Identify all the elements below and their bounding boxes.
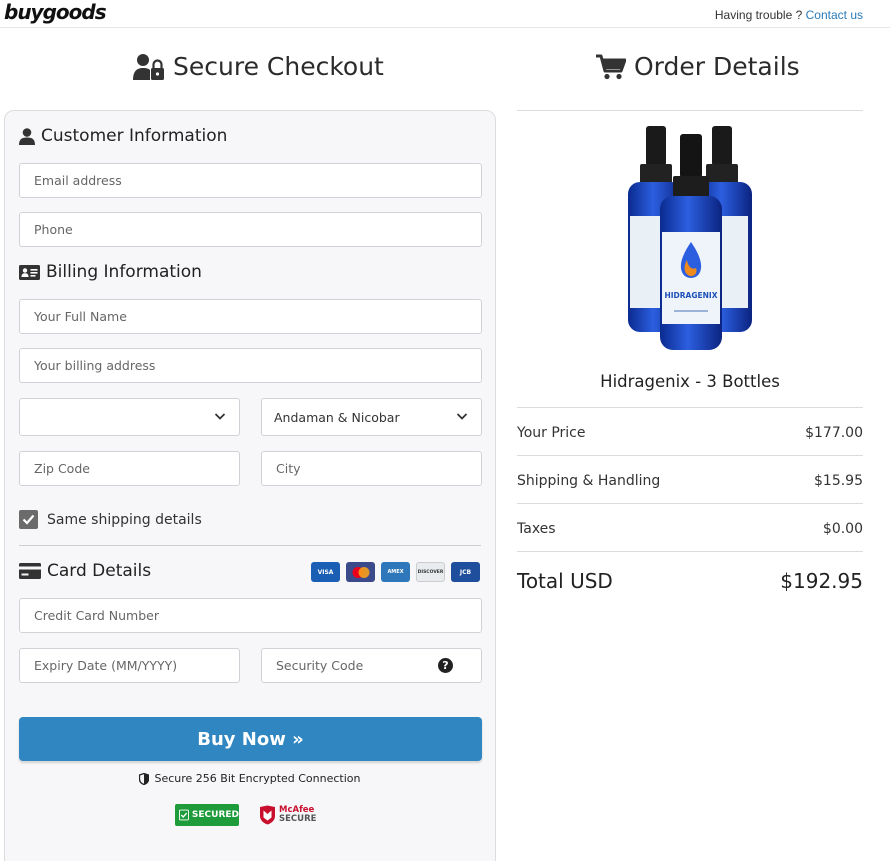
checkout-form-panel: Customer Information Email address Phone… bbox=[4, 110, 496, 861]
shipping-value: $15.95 bbox=[814, 473, 863, 489]
full-name-field[interactable]: Your Full Name bbox=[19, 299, 482, 334]
shopping-cart-icon bbox=[596, 54, 626, 79]
city-placeholder: City bbox=[276, 461, 301, 476]
product-bottles-image: HIDRAGENIX bbox=[628, 126, 752, 350]
expiry-placeholder: Expiry Date (MM/YYYY) bbox=[34, 658, 178, 673]
mcafee-badge: McAfee SECURE bbox=[259, 805, 316, 825]
product-name: Hidragenix - 3 Bottles bbox=[600, 372, 780, 391]
card-number-placeholder: Credit Card Number bbox=[34, 608, 159, 623]
accepted-cards: VISA AMEX DISCOVER JCB bbox=[311, 562, 480, 582]
security-badges: SECURED McAfee SECURE bbox=[175, 804, 316, 826]
top-bar: buygoods Having trouble ? Contact us bbox=[0, 0, 890, 28]
order-details-heading: Order Details bbox=[596, 52, 800, 81]
shield-icon bbox=[139, 772, 150, 785]
taxes-label: Taxes bbox=[517, 521, 556, 537]
city-field[interactable]: City bbox=[261, 451, 482, 486]
trustedsite-text: SECURED bbox=[191, 810, 239, 820]
contact-us-link[interactable]: Contact us bbox=[806, 8, 863, 22]
billing-info-label: Billing Information bbox=[46, 262, 202, 282]
mcafee-secure-label: SECURE bbox=[279, 814, 317, 824]
card-details-label: Card Details bbox=[47, 561, 152, 581]
trustedsite-badge: SECURED bbox=[175, 804, 239, 826]
card-details-heading: Card Details bbox=[19, 561, 151, 581]
cvv-placeholder: Security Code bbox=[276, 658, 364, 673]
state-select[interactable]: Andaman & Nicobar bbox=[261, 398, 482, 436]
discover-logo: DISCOVER bbox=[416, 562, 445, 582]
mcafee-shield-icon bbox=[260, 805, 275, 825]
help-question-icon[interactable]: ? bbox=[438, 658, 453, 673]
section-divider bbox=[19, 545, 481, 546]
total-label: Total USD bbox=[517, 569, 613, 593]
chevron-down-icon bbox=[456, 413, 468, 420]
chevron-down-icon bbox=[214, 413, 226, 420]
mastercard-circles-icon bbox=[352, 566, 369, 578]
country-select[interactable] bbox=[19, 398, 240, 436]
user-lock-icon bbox=[133, 53, 164, 80]
order-divider-top bbox=[517, 110, 863, 111]
price-row: Your Price $177.00 bbox=[517, 425, 863, 441]
phone-field[interactable]: Phone bbox=[19, 212, 482, 247]
checkmark-icon bbox=[22, 514, 35, 525]
mcafee-text: McAfee SECURE bbox=[279, 806, 316, 824]
shipping-label: Shipping & Handling bbox=[517, 473, 661, 489]
card-number-field[interactable]: Credit Card Number bbox=[19, 598, 482, 633]
full-name-placeholder: Your Full Name bbox=[34, 309, 127, 324]
mastercard-logo bbox=[346, 562, 375, 582]
buy-now-button[interactable]: Buy Now » bbox=[19, 717, 482, 761]
secure-checkout-heading: Secure Checkout bbox=[133, 52, 384, 81]
order-title: Order Details bbox=[634, 52, 800, 81]
credit-card-icon bbox=[19, 563, 41, 579]
same-shipping-checkbox[interactable] bbox=[19, 510, 38, 529]
check-shield-icon bbox=[179, 809, 189, 821]
same-shipping-row[interactable]: Same shipping details bbox=[19, 510, 202, 529]
customer-info-label: Customer Information bbox=[41, 126, 228, 146]
security-code-field[interactable]: Security Code ? bbox=[261, 648, 482, 683]
same-shipping-label: Same shipping details bbox=[47, 511, 202, 528]
billing-address-field[interactable]: Your billing address bbox=[19, 348, 482, 383]
checkout-title: Secure Checkout bbox=[173, 52, 384, 81]
price-value: $177.00 bbox=[805, 425, 863, 441]
state-value: Andaman & Nicobar bbox=[274, 409, 400, 425]
jcb-logo: JCB bbox=[451, 562, 480, 582]
taxes-row: Taxes $0.00 bbox=[517, 521, 863, 537]
visa-logo: VISA bbox=[311, 562, 340, 582]
total-row: Total USD $192.95 bbox=[517, 569, 863, 593]
order-divider bbox=[517, 503, 863, 504]
phone-placeholder: Phone bbox=[34, 222, 73, 237]
secure-connection-text: Secure 256 Bit Encrypted Connection bbox=[154, 772, 361, 785]
zip-code-field[interactable]: Zip Code bbox=[19, 451, 240, 486]
id-card-icon bbox=[19, 264, 40, 280]
email-placeholder: Email address bbox=[34, 173, 122, 188]
price-label: Your Price bbox=[517, 425, 586, 441]
order-divider bbox=[517, 455, 863, 456]
trouble-label: Having trouble ? bbox=[714, 8, 803, 22]
amex-logo: AMEX bbox=[381, 562, 410, 582]
buygoods-logo[interactable]: buygoods bbox=[4, 0, 107, 24]
order-divider bbox=[517, 407, 863, 408]
billing-info-heading: Billing Information bbox=[19, 262, 202, 282]
customer-info-heading: Customer Information bbox=[19, 126, 227, 146]
shipping-row: Shipping & Handling $15.95 bbox=[517, 473, 863, 489]
order-divider bbox=[517, 551, 863, 552]
email-field[interactable]: Email address bbox=[19, 163, 482, 198]
bottle-label-text: HIDRAGENIX bbox=[664, 291, 717, 300]
help-text: Having trouble ? Contact us bbox=[715, 8, 863, 22]
taxes-value: $0.00 bbox=[822, 521, 863, 537]
zip-placeholder: Zip Code bbox=[34, 461, 90, 476]
secure-connection-note: Secure 256 Bit Encrypted Connection bbox=[5, 772, 495, 785]
user-icon bbox=[19, 127, 35, 145]
expiry-date-field[interactable]: Expiry Date (MM/YYYY) bbox=[19, 648, 240, 683]
billing-address-placeholder: Your billing address bbox=[34, 358, 156, 373]
total-value: $192.95 bbox=[780, 569, 863, 593]
